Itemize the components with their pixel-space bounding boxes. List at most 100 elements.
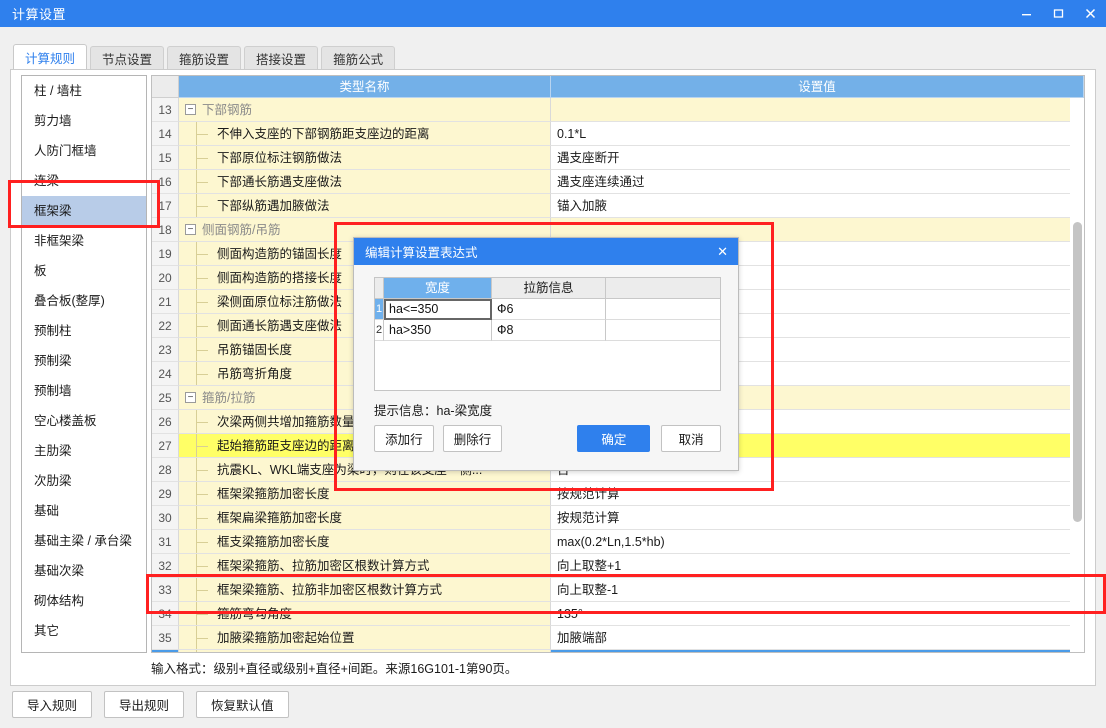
sidebar-item-other[interactable]: 其它: [22, 616, 146, 646]
collapse-icon[interactable]: −: [185, 224, 196, 236]
grid-scrollbar-thumb[interactable]: [1073, 222, 1082, 522]
row-type-name[interactable]: 下部原位标注钢筋做法: [179, 146, 551, 170]
table-row[interactable]: 16 下部通长筋遇支座做法 遇支座连续通过: [152, 170, 1084, 194]
expression-header-width[interactable]: 宽度: [384, 278, 492, 299]
row-setting-value[interactable]: 向上取整-1: [551, 578, 1084, 602]
expression-row[interactable]: 1 ha<=350 Ф6: [375, 299, 720, 320]
table-row[interactable]: 30 框架扁梁箍筋加密长度 按规范计算: [152, 506, 1084, 530]
grid-vertical-scrollbar[interactable]: [1070, 98, 1084, 652]
row-setting-value[interactable]: max(0.2*Ln,1.5*hb): [551, 530, 1084, 554]
collapse-icon[interactable]: −: [185, 392, 196, 404]
sidebar-item-non-frame-beam[interactable]: 非框架梁: [22, 226, 146, 256]
sidebar-item-hollow-floor-slab[interactable]: 空心楼盖板: [22, 406, 146, 436]
row-type-name[interactable]: 框支梁箍筋加密长度: [179, 530, 551, 554]
expression-header-spacer: [606, 278, 720, 299]
dialog-close-icon[interactable]: ✕: [717, 245, 728, 258]
sidebar-item-foundation-secondary-beam[interactable]: 基础次梁: [22, 556, 146, 586]
sidebar-item-precast-column[interactable]: 预制柱: [22, 316, 146, 346]
row-setting-value-editor[interactable]: 按规范计算…: [551, 650, 1084, 652]
row-type-name[interactable]: 框架扁梁箍筋加密长度: [179, 506, 551, 530]
sidebar-item-slab[interactable]: 板: [22, 256, 146, 286]
sidebar-item-frame-beam[interactable]: 框架梁: [22, 196, 146, 226]
table-row[interactable]: 17 下部纵筋遇加腋做法 锚入加腋: [152, 194, 1084, 218]
row-type-name[interactable]: 不伸入支座的下部钢筋距支座边的距离: [179, 122, 551, 146]
row-setting-value[interactable]: 按规范计算: [551, 506, 1084, 530]
collapse-icon[interactable]: −: [185, 104, 196, 116]
expression-tie-info-cell[interactable]: Ф6: [492, 299, 606, 320]
tab-stirrup-formula[interactable]: 箍筋公式: [321, 46, 396, 70]
tab-lap-settings[interactable]: 搭接设置: [244, 46, 319, 70]
dialog-button-bar: 添加行 删除行 确定 取消: [374, 425, 721, 452]
table-row[interactable]: 35 加腋梁箍筋加密起始位置 加腋端部: [152, 626, 1084, 650]
tab-node-settings[interactable]: 节点设置: [90, 46, 165, 70]
expression-width-cell[interactable]: ha<=350: [384, 299, 492, 320]
close-icon[interactable]: [1074, 0, 1106, 27]
delete-row-button[interactable]: 删除行: [442, 425, 503, 452]
confirm-button[interactable]: 确定: [577, 425, 651, 452]
dialog-hint-text: 提示信息：ha-梁宽度: [374, 404, 493, 418]
row-setting-value[interactable]: 遇支座断开: [551, 146, 1084, 170]
expression-row-number: 1: [375, 299, 384, 320]
row-type-name[interactable]: 框架梁箍筋、拉筋加密区根数计算方式: [179, 554, 551, 578]
component-type-sidebar[interactable]: 柱 / 墙柱 剪力墙 人防门框墙 连梁 框架梁 非框架梁 板 叠合板(整厚) 预…: [21, 75, 147, 653]
row-number: 26: [152, 410, 179, 434]
row-number: 24: [152, 362, 179, 386]
table-row[interactable]: 14 不伸入支座的下部钢筋距支座边的距离 0.1*L: [152, 122, 1084, 146]
minimize-icon[interactable]: [1010, 0, 1042, 27]
table-row[interactable]: 33 框架梁箍筋、拉筋非加密区根数计算方式 向上取整-1: [152, 578, 1084, 602]
row-number: 23: [152, 338, 179, 362]
row-type-name[interactable]: 箍筋弯勾角度: [179, 602, 551, 626]
row-type-name[interactable]: − 下部钢筋: [179, 98, 551, 122]
row-type-name[interactable]: 拉筋配置: [179, 650, 551, 652]
tab-stirrup-settings[interactable]: 箍筋设置: [167, 46, 242, 70]
table-row[interactable]: 29 框架梁箍筋加密长度 按规范计算: [152, 482, 1084, 506]
tab-calculation-rules[interactable]: 计算规则: [13, 44, 88, 70]
cancel-button[interactable]: 取消: [661, 425, 721, 452]
expression-width-cell[interactable]: ha>350: [384, 320, 492, 341]
expression-header-tie-info[interactable]: 拉筋信息: [492, 278, 606, 299]
row-setting-value[interactable]: 向上取整+1: [551, 554, 1084, 578]
row-number: 30: [152, 506, 179, 530]
sidebar-item-main-rib-beam[interactable]: 主肋梁: [22, 436, 146, 466]
row-type-name[interactable]: 框架梁箍筋加密长度: [179, 482, 551, 506]
row-type-name[interactable]: 下部通长筋遇支座做法: [179, 170, 551, 194]
sidebar-item-shear-wall[interactable]: 剪力墙: [22, 106, 146, 136]
sidebar-item-composite-slab[interactable]: 叠合板(整厚): [22, 286, 146, 316]
sidebar-item-column[interactable]: 柱 / 墙柱: [22, 76, 146, 106]
expression-grid[interactable]: 宽度 拉筋信息 1 ha<=350 Ф6 2 ha>350 Ф8: [374, 277, 721, 391]
row-setting-value[interactable]: 135°: [551, 602, 1084, 626]
sidebar-item-precast-beam[interactable]: 预制梁: [22, 346, 146, 376]
row-number: 22: [152, 314, 179, 338]
table-row[interactable]: 34 箍筋弯勾角度 135°: [152, 602, 1084, 626]
sidebar-item-coupling-beam[interactable]: 连梁: [22, 166, 146, 196]
row-setting-value[interactable]: 锚入加腋: [551, 194, 1084, 218]
row-number: 32: [152, 554, 179, 578]
sidebar-item-precast-wall[interactable]: 预制墙: [22, 376, 146, 406]
row-number: 36: [152, 650, 179, 652]
row-setting-value[interactable]: [551, 98, 1084, 122]
table-row[interactable]: 13 − 下部钢筋: [152, 98, 1084, 122]
expression-tie-info-cell[interactable]: Ф8: [492, 320, 606, 341]
row-setting-value[interactable]: 加腋端部: [551, 626, 1084, 650]
import-rules-button[interactable]: 导入规则: [12, 691, 93, 718]
row-type-name[interactable]: 加腋梁箍筋加密起始位置: [179, 626, 551, 650]
restore-defaults-button[interactable]: 恢复默认值: [196, 691, 289, 718]
row-type-name[interactable]: 下部纵筋遇加腋做法: [179, 194, 551, 218]
table-row[interactable]: 31 框支梁箍筋加密长度 max(0.2*Ln,1.5*hb): [152, 530, 1084, 554]
table-row-selected[interactable]: 36 拉筋配置 按规范计算…: [152, 650, 1084, 652]
sidebar-item-foundation-main-beam[interactable]: 基础主梁 / 承台梁: [22, 526, 146, 556]
add-row-button[interactable]: 添加行: [374, 425, 434, 452]
row-setting-value[interactable]: 遇支座连续通过: [551, 170, 1084, 194]
table-row[interactable]: 32 框架梁箍筋、拉筋加密区根数计算方式 向上取整+1: [152, 554, 1084, 578]
row-setting-value[interactable]: 0.1*L: [551, 122, 1084, 146]
sidebar-item-door-frame-wall[interactable]: 人防门框墙: [22, 136, 146, 166]
sidebar-item-masonry-structure[interactable]: 砌体结构: [22, 586, 146, 616]
row-setting-value[interactable]: 按规范计算: [551, 482, 1084, 506]
table-row[interactable]: 15 下部原位标注钢筋做法 遇支座断开: [152, 146, 1084, 170]
expression-row[interactable]: 2 ha>350 Ф8: [375, 320, 720, 341]
export-rules-button[interactable]: 导出规则: [104, 691, 185, 718]
sidebar-item-secondary-rib-beam[interactable]: 次肋梁: [22, 466, 146, 496]
sidebar-item-foundation[interactable]: 基础: [22, 496, 146, 526]
maximize-icon[interactable]: [1042, 0, 1074, 27]
row-type-name[interactable]: 框架梁箍筋、拉筋非加密区根数计算方式: [179, 578, 551, 602]
